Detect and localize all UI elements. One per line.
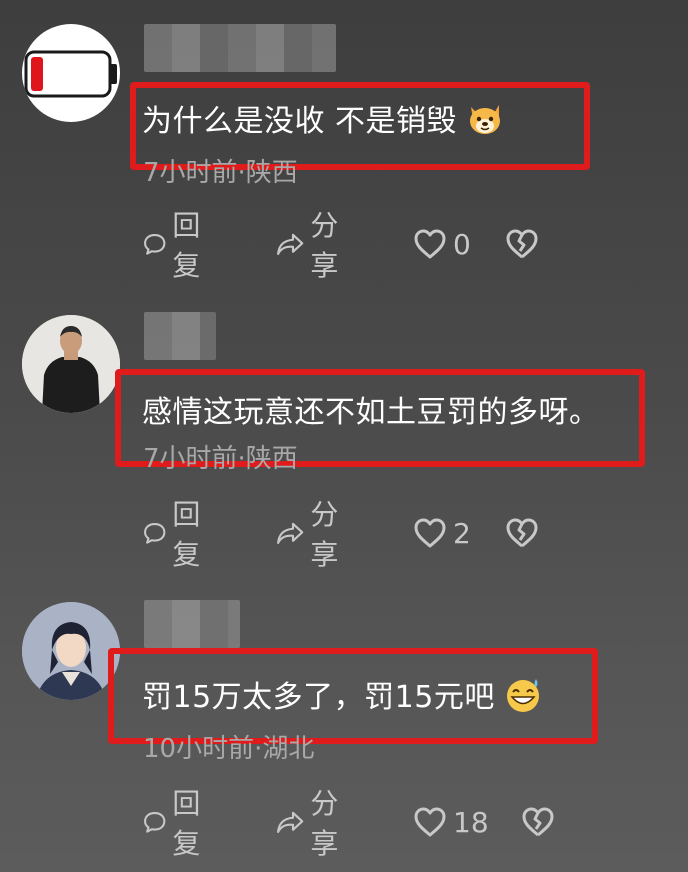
broken-heart-icon <box>522 807 554 837</box>
battery-icon <box>24 50 117 98</box>
speech-bubble-icon <box>144 523 166 544</box>
comment-meta: 7小时前·陕西 <box>143 444 298 474</box>
heart-icon <box>414 229 446 259</box>
speech-bubble-icon <box>144 812 166 833</box>
like-button[interactable]: 18 <box>413 802 489 842</box>
reply-label: 回复 <box>172 498 201 571</box>
broken-heart-icon <box>506 518 538 548</box>
username-blurred[interactable] <box>144 24 336 72</box>
share-label: 分享 <box>310 498 339 571</box>
reply-button[interactable]: 回复 <box>143 209 211 282</box>
reply-button[interactable]: 回复 <box>143 498 211 571</box>
speech-bubble-icon <box>144 234 166 255</box>
share-button[interactable]: 分享 <box>276 209 350 282</box>
comment-text: 感情这玩意还不如土豆罚的多呀。 <box>142 395 600 430</box>
share-button[interactable]: 分享 <box>276 498 350 571</box>
person-illustration <box>22 602 120 700</box>
avatar[interactable] <box>22 24 120 122</box>
dog-face-emoji <box>465 101 505 145</box>
avatar[interactable] <box>22 602 120 700</box>
share-arrow-icon <box>277 811 304 833</box>
reply-label: 回复 <box>172 787 201 860</box>
share-arrow-icon <box>277 522 304 544</box>
comment-text: 罚15万太多了，罚15元吧 <box>142 672 543 722</box>
comment-text-body: 罚15万太多了，罚15元吧 <box>142 680 495 715</box>
like-count: 18 <box>453 805 489 839</box>
username-blurred[interactable] <box>144 312 216 360</box>
comment-meta: 10小时前·湖北 <box>143 734 315 764</box>
heart-icon <box>414 518 446 548</box>
person-photo <box>22 315 120 413</box>
reply-button[interactable]: 回复 <box>143 787 211 860</box>
comment-meta: 7小时前·陕西 <box>143 158 298 188</box>
broken-heart-icon <box>506 229 538 259</box>
like-count: 0 <box>453 227 471 261</box>
grinning-sweat-emoji <box>503 676 543 722</box>
comment-text-body: 为什么是没收 不是销毁 <box>142 104 458 139</box>
username-blurred[interactable] <box>144 600 240 648</box>
avatar[interactable] <box>22 315 120 413</box>
dislike-button[interactable] <box>521 802 555 842</box>
heart-icon <box>414 807 446 837</box>
dislike-button[interactable] <box>505 224 539 264</box>
comment-text: 为什么是没收 不是销毁 <box>142 96 505 145</box>
share-arrow-icon <box>277 233 304 255</box>
share-label: 分享 <box>310 787 339 860</box>
reply-label: 回复 <box>172 209 201 282</box>
like-button[interactable]: 2 <box>413 513 471 553</box>
share-button[interactable]: 分享 <box>276 787 350 860</box>
like-button[interactable]: 0 <box>413 224 471 264</box>
share-label: 分享 <box>310 209 339 282</box>
dislike-button[interactable] <box>505 513 539 553</box>
like-count: 2 <box>453 516 471 550</box>
